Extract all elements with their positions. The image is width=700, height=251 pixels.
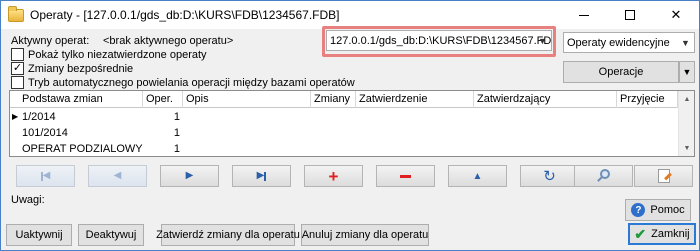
activate-button[interactable]: Uaktywnij — [6, 224, 72, 246]
operaty-window: Operaty - [127.0.0.1/gds_db:D:\KURS\FDB\… — [0, 0, 700, 251]
uwagi-label: Uwagi: — [11, 194, 45, 206]
nav-last-button[interactable]: ▶ — [232, 165, 291, 187]
nav-first-button[interactable]: ◀ — [16, 165, 75, 187]
checkbox-direct-changes[interactable]: ✓ Zmiany bezpośrednie — [11, 62, 133, 75]
help-icon: ? — [631, 203, 646, 217]
column-header[interactable]: Podstawa zmian — [10, 91, 143, 108]
database-select[interactable]: 127.0.0.1/gds_db:D:\KURS\FDB\1234567.FDB… — [326, 30, 552, 51]
nav-delete-button[interactable] — [376, 165, 435, 187]
column-header[interactable]: Przyjęcie — [617, 91, 678, 108]
column-header[interactable]: Zatwierdzenie — [356, 91, 474, 108]
refresh-icon: ↻ — [543, 167, 556, 185]
prior-icon: ◀ — [113, 170, 122, 181]
table-row[interactable]: 101/2014 1 — [10, 125, 678, 141]
help-button[interactable]: ? Pomoc — [625, 199, 691, 221]
column-header[interactable]: Zatwierdzający — [474, 91, 617, 108]
help-button-label: Pomoc — [650, 204, 685, 216]
nav-prior-button[interactable]: ◀ — [88, 165, 147, 187]
checkbox-label: Tryb automatycznego powielania operacji … — [28, 76, 355, 89]
cell-oper: 1 — [173, 111, 180, 123]
maximize-icon — [625, 10, 635, 20]
insert-icon: + — [328, 166, 339, 186]
column-header[interactable]: Oper. — [143, 91, 183, 108]
close-button-label: Zamknij — [651, 228, 690, 240]
chevron-down-icon: ▼ — [538, 35, 547, 46]
database-select-value: 127.0.0.1/gds_db:D:\KURS\FDB\1234567.FDB — [330, 34, 552, 47]
cancel-changes-button[interactable]: Anuluj zmiany dla operatu — [301, 224, 429, 246]
operat-type-select[interactable]: Operaty ewidencyjne ▼ — [563, 32, 695, 53]
operat-type-select-value: Operaty ewidencyjne — [567, 36, 670, 49]
deactivate-button[interactable]: Deaktywuj — [78, 224, 144, 246]
checkmark-icon: ✓ — [11, 62, 24, 75]
scroll-down-icon[interactable]: ▼ — [679, 140, 694, 156]
chevron-down-icon: ▼ — [681, 37, 690, 48]
next-icon: ▶ — [185, 170, 194, 181]
post-icon: ▲ — [472, 170, 483, 182]
cell-podstawa: OPERAT PODZIALOWY — [22, 143, 143, 155]
cell-podstawa: 1/2014 — [22, 111, 56, 123]
nav-next-button[interactable]: ▶ — [160, 165, 219, 187]
grid-header: Podstawa zmian Oper. Opis Zmiany Zatwier… — [10, 91, 678, 108]
column-header[interactable]: Opis — [183, 91, 311, 108]
minimize-button[interactable] — [561, 1, 607, 29]
chevron-down-icon: ▼ — [682, 67, 692, 77]
activate-button-label: Uaktywnij — [15, 229, 63, 241]
cancel-changes-label: Anuluj zmiany dla operatu — [301, 229, 429, 241]
close-window-button[interactable]: ✕ — [653, 1, 699, 29]
deactivate-button-label: Deaktywuj — [85, 229, 137, 241]
delete-icon — [400, 174, 411, 178]
nav-edit-button[interactable] — [634, 165, 693, 187]
title-bar[interactable]: Operaty - [127.0.0.1/gds_db:D:\KURS\FDB\… — [1, 1, 699, 29]
last-icon: ▶ — [256, 170, 267, 181]
nav-search-button[interactable] — [574, 165, 633, 187]
close-button[interactable]: ✔ Zamknij — [628, 223, 696, 245]
minimize-icon — [579, 14, 589, 16]
scroll-up-icon[interactable]: ▲ — [679, 91, 694, 107]
vertical-scrollbar[interactable]: ▲ ▼ — [678, 91, 694, 156]
first-icon: ◀ — [40, 170, 51, 181]
folder-icon — [8, 6, 24, 22]
checkmark-icon: ✔ — [634, 226, 647, 242]
operaty-grid[interactable]: Podstawa zmian Oper. Opis Zmiany Zatwier… — [9, 90, 695, 157]
column-header[interactable]: Zmiany — [311, 91, 356, 108]
approve-changes-label: Zatwierdź zmiany dla operatu — [156, 229, 300, 241]
checkbox-box — [11, 76, 24, 89]
window-title: Operaty - [127.0.0.1/gds_db:D:\KURS\FDB\… — [30, 8, 340, 22]
active-operat-label: Aktywny operat: — [11, 35, 90, 47]
cell-podstawa: 101/2014 — [22, 127, 68, 139]
checkbox-box — [11, 48, 24, 61]
nav-refresh-button[interactable]: ↻ — [520, 165, 579, 187]
operacje-dropdown-button[interactable]: ▼ — [679, 61, 695, 83]
checkbox-label: Pokaż tylko niezatwierdzone operaty — [28, 48, 207, 61]
table-row[interactable]: OPERAT PODZIALOWY 1 — [10, 141, 678, 156]
operacje-button-label: Operacje — [598, 66, 644, 78]
edit-icon — [657, 169, 670, 183]
nav-insert-button[interactable]: + — [304, 165, 363, 187]
approve-changes-button[interactable]: Zatwierdź zmiany dla operatu — [156, 224, 300, 246]
close-icon: ✕ — [670, 7, 682, 22]
cell-oper: 1 — [173, 127, 180, 139]
active-operat-value: <brak aktywnego operatu> — [103, 35, 234, 47]
cell-oper: 1 — [173, 143, 180, 155]
checkbox-pending-only[interactable]: Pokaż tylko niezatwierdzone operaty — [11, 48, 207, 61]
nav-post-button[interactable]: ▲ — [448, 165, 507, 187]
checkbox-label: Zmiany bezpośrednie — [28, 62, 134, 75]
table-row[interactable]: ▶ 1/2014 1 — [10, 109, 678, 125]
operacje-button[interactable]: Operacje — [563, 61, 679, 83]
search-icon — [596, 169, 611, 183]
checkbox-auto-replicate[interactable]: Tryb automatycznego powielania operacji … — [11, 76, 355, 89]
maximize-button[interactable] — [607, 1, 653, 29]
